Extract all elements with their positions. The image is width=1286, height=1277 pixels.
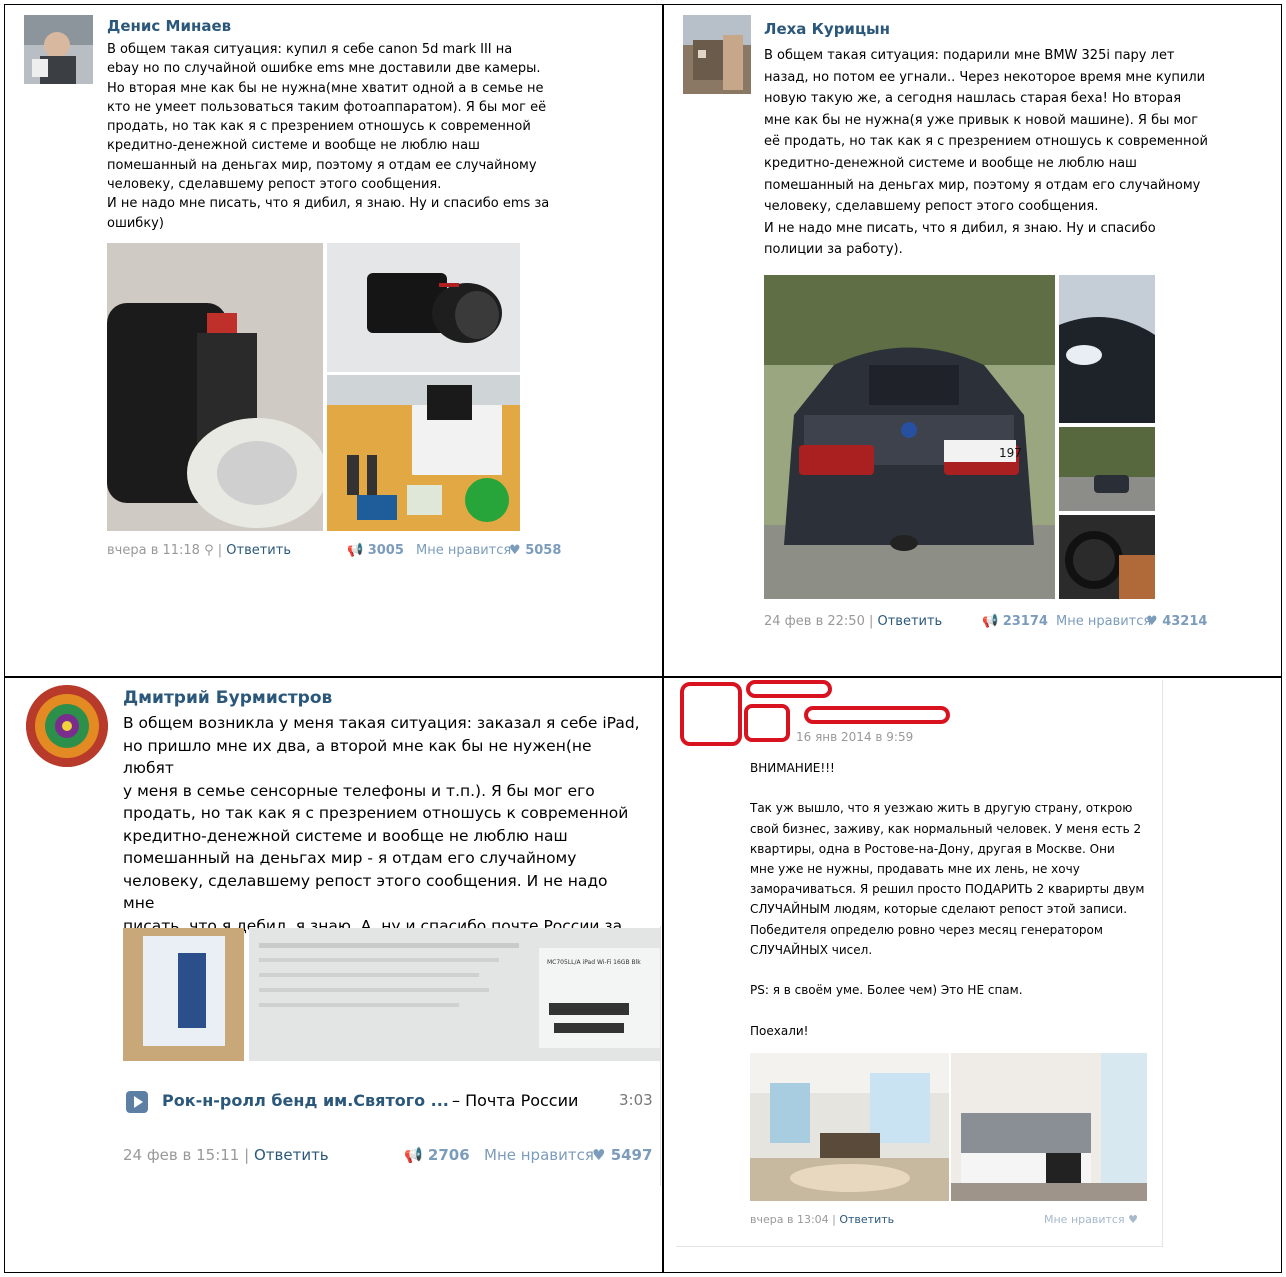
audio-track[interactable]: Рок-н-ролл бенд им.Святого ... – Почта Р…: [124, 1089, 654, 1115]
like-count: 43214: [1162, 614, 1208, 629]
reply-link[interactable]: Ответить: [878, 614, 943, 629]
play-icon[interactable]: [126, 1091, 148, 1113]
author-name[interactable]: Дмитрий Бурмистров: [123, 688, 332, 708]
photo-camera-lens[interactable]: [107, 243, 323, 531]
divider-vertical: [662, 4, 664, 1273]
like-count: 5497: [610, 1146, 653, 1164]
photo-bmw-rear[interactable]: 197: [764, 275, 1055, 599]
audio-title[interactable]: Рок-н-ролл бенд им.Святого ...: [162, 1091, 449, 1110]
like-label: Мне нравится: [1044, 1213, 1125, 1226]
like-count-wrap[interactable]: ♥ 5058: [509, 543, 561, 558]
avatar[interactable]: [24, 15, 93, 84]
heart-icon: ♥: [592, 1146, 606, 1164]
product-label-text: MC705LL/A iPad Wi-Fi 16GB Blk: [547, 959, 641, 966]
audio-artist[interactable]: – Почта России: [452, 1091, 578, 1110]
like-button[interactable]: Мне нравится: [1056, 614, 1151, 629]
audio-duration: 3:03: [619, 1091, 653, 1109]
megaphone-icon: 📢: [982, 614, 999, 629]
repost-count: 23174: [1002, 614, 1048, 629]
divider-horizontal: [4, 676, 1282, 678]
like-count-wrap[interactable]: ♥ 5497: [592, 1146, 652, 1164]
avatar[interactable]: [683, 15, 751, 94]
post-time[interactable]: вчера в 13:04: [750, 1213, 829, 1226]
repost-count: 3005: [367, 543, 404, 558]
photo-kitchen[interactable]: [951, 1053, 1147, 1201]
megaphone-icon: 📢: [347, 543, 364, 558]
like-button[interactable]: Мне нравится ♥: [1044, 1213, 1138, 1226]
like-button[interactable]: Мне нравится: [484, 1146, 594, 1164]
avatar[interactable]: [26, 685, 108, 767]
repost-count: 2706: [427, 1146, 470, 1164]
like-count: 5058: [525, 543, 562, 558]
megaphone-icon: 📢: [404, 1146, 423, 1164]
post-time[interactable]: 24 фев в 15:11: [123, 1146, 239, 1164]
post-text: В общем возникла у меня такая ситуация: …: [123, 714, 640, 957]
photo-camera-2[interactable]: [327, 243, 520, 372]
post-meta: 24 фев в 22:50 | Ответить: [764, 614, 943, 629]
heart-icon: ♥: [1146, 614, 1158, 629]
post-panel-edge: [660, 926, 661, 1186]
post-time[interactable]: вчера в 11:18: [107, 543, 200, 558]
post-meta: вчера в 11:18 ⚲ | Ответить: [107, 543, 291, 558]
photo-bmw-street[interactable]: [1059, 427, 1155, 511]
repost-button[interactable]: 📢 3005: [347, 543, 404, 558]
author-name[interactable]: Денис Минаев: [107, 17, 231, 35]
like-count-wrap[interactable]: ♥ 43214: [1146, 614, 1207, 629]
heart-icon: ♥: [1128, 1213, 1138, 1226]
post-text: В общем такая ситуация: подарили мне BMW…: [764, 48, 1208, 258]
author-name[interactable]: Леха Курицын: [764, 20, 890, 38]
post-meta: 24 фев в 15:11 | Ответить: [123, 1146, 329, 1164]
post-text: В общем такая ситуация: купил я себе can…: [107, 42, 550, 231]
photo-bmw-interior[interactable]: [1059, 515, 1155, 599]
photo-ipad-label[interactable]: MC705LL/A iPad Wi-Fi 16GB Blk: [249, 928, 661, 1061]
like-button[interactable]: Мне нравится: [416, 543, 511, 558]
pin-icon: ⚲: [204, 543, 218, 558]
photo-bmw-front[interactable]: [1059, 275, 1155, 423]
repost-button[interactable]: 📢 23174: [982, 614, 1048, 629]
license-plate-text: 197: [999, 446, 1022, 460]
post-meta: вчера в 13:04 | Ответить: [750, 1213, 895, 1226]
post-date[interactable]: 16 янв 2014 в 9:59: [796, 730, 913, 744]
reply-link[interactable]: Ответить: [839, 1213, 894, 1226]
reply-link[interactable]: Ответить: [226, 543, 291, 558]
reply-link[interactable]: Ответить: [254, 1146, 329, 1164]
photo-ipad-box[interactable]: [123, 928, 244, 1061]
heart-icon: ♥: [509, 543, 521, 558]
photo-box-accessories[interactable]: [327, 375, 520, 531]
repost-button[interactable]: 📢 2706: [404, 1146, 470, 1164]
photo-living-room[interactable]: [750, 1053, 949, 1201]
post-text: ВНИМАНИЕ!!! Так уж вышло, что я уезжаю ж…: [750, 761, 1145, 1038]
post-time[interactable]: 24 фев в 22:50: [764, 614, 865, 629]
